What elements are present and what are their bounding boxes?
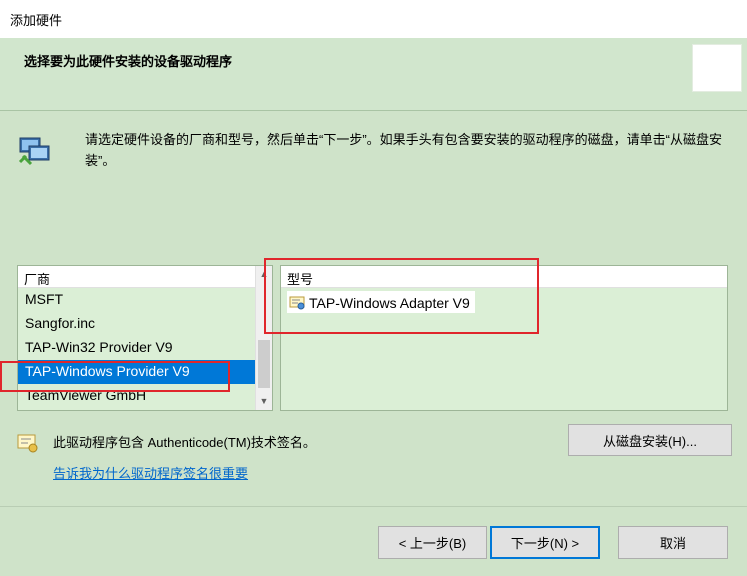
- page-title: 选择要为此硬件安装的设备驱动程序: [24, 54, 233, 69]
- have-disk-button[interactable]: 从磁盘安装(H)...: [568, 424, 732, 456]
- model-highlight-box: [264, 258, 539, 334]
- header-image: [692, 44, 742, 92]
- signature-status-text: 此驱动程序包含 Authenticode(TM)技术签名。: [53, 435, 316, 450]
- title-bar: 添加硬件: [0, 0, 747, 38]
- back-button[interactable]: < 上一步(B): [378, 526, 487, 559]
- manufacturer-header: 厂商: [18, 266, 272, 288]
- list-item[interactable]: Sangfor.inc: [18, 312, 272, 336]
- cancel-button[interactable]: 取消: [618, 526, 728, 559]
- signed-driver-icon: [17, 434, 38, 453]
- list-item[interactable]: TAP-Win32 Provider V9: [18, 336, 272, 360]
- wizard-header: 选择要为此硬件安装的设备驱动程序: [0, 38, 747, 111]
- scroll-down-icon[interactable]: ▼: [256, 393, 272, 410]
- scrollbar-thumb[interactable]: [258, 340, 270, 388]
- instructions-text: 请选定硬件设备的厂商和型号，然后单击“下一步”。如果手头有包含要安装的驱动程序的…: [85, 132, 722, 168]
- window-title: 添加硬件: [10, 13, 63, 28]
- next-button[interactable]: 下一步(N) >: [490, 526, 600, 559]
- list-item[interactable]: MSFT: [18, 288, 272, 312]
- network-adapter-icon: [18, 137, 50, 166]
- footer-divider: [0, 506, 747, 507]
- driver-signing-help-link[interactable]: 告诉我为什么驱动程序签名很重要: [53, 463, 248, 482]
- manufacturer-highlight-box: [0, 361, 230, 392]
